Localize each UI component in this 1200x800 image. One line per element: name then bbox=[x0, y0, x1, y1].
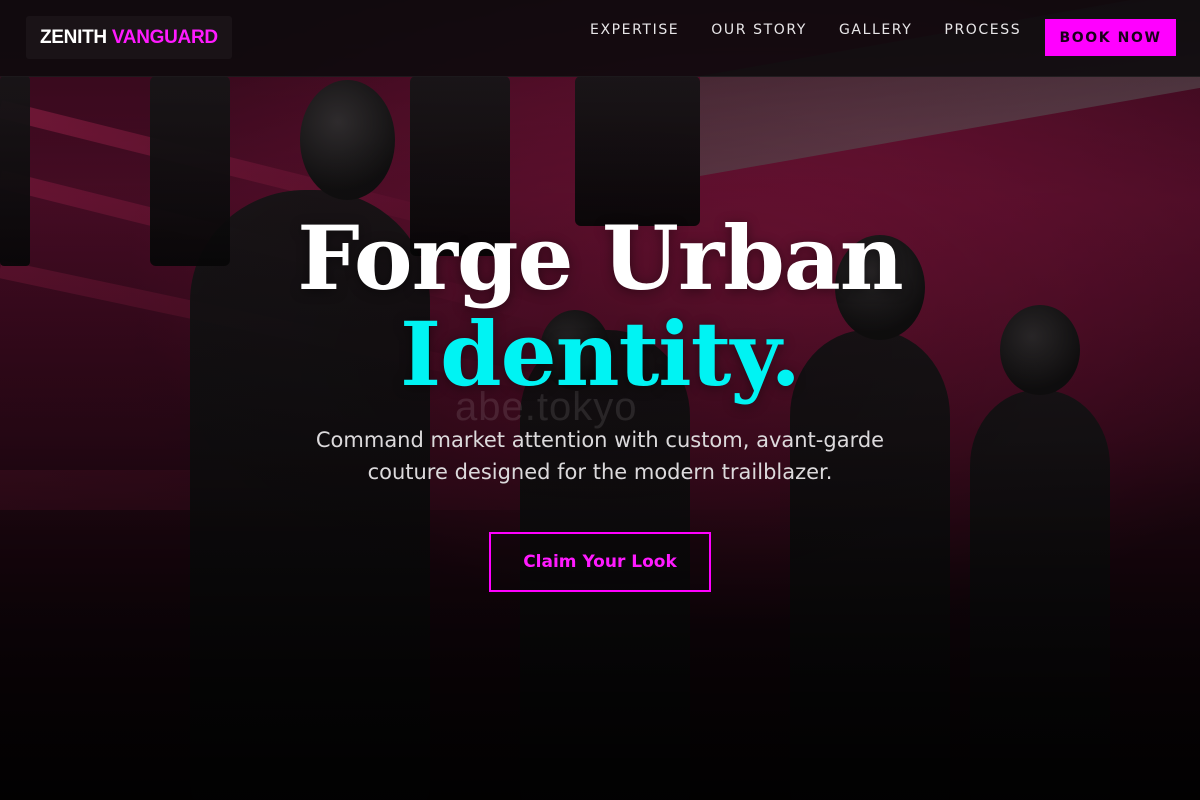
hero-subtitle: Command market attention with custom, av… bbox=[315, 428, 885, 484]
top-navigation: ZENITH VANGUARD EXPERTISE OUR STORY GALL… bbox=[0, 0, 1200, 77]
nav-links: EXPERTISE OUR STORY GALLERY PROCESS bbox=[590, 20, 1021, 40]
nav-link-expertise[interactable]: EXPERTISE bbox=[590, 20, 679, 40]
hero-section: Forge Urban Identity. Command market att… bbox=[0, 210, 1200, 592]
logo-text-primary: ZENITH bbox=[40, 26, 107, 48]
book-now-button[interactable]: BOOK NOW bbox=[1045, 19, 1176, 56]
hero-title-line-2: Identity. bbox=[399, 302, 801, 406]
nav-link-our-story[interactable]: OUR STORY bbox=[711, 20, 807, 40]
nav-link-process[interactable]: PROCESS bbox=[944, 20, 1021, 40]
nav-link-gallery[interactable]: GALLERY bbox=[839, 20, 912, 40]
brand-logo[interactable]: ZENITH VANGUARD bbox=[26, 16, 232, 59]
landing-page: abe.tokyo ZENITH VANGUARD EXPERTISE OUR … bbox=[0, 0, 1200, 800]
logo-text-accent: VANGUARD bbox=[111, 26, 218, 48]
hero-title-line-1: Forge Urban bbox=[297, 206, 904, 310]
claim-your-look-button[interactable]: Claim Your Look bbox=[489, 532, 711, 592]
